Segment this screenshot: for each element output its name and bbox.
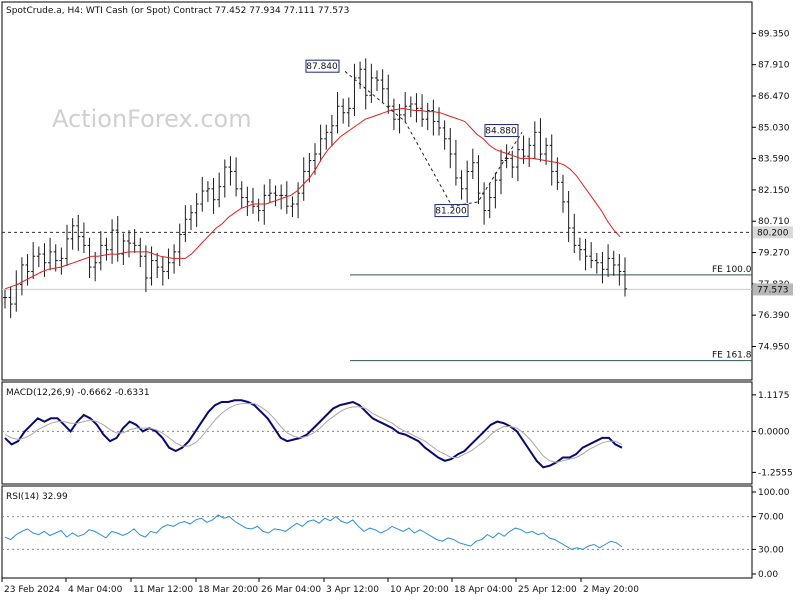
price-y-tick-label: 86.470 xyxy=(758,92,790,102)
x-tick-label: 4 Mar 04:00 xyxy=(68,585,123,595)
chart-svg: ActionForex.com SpotCrude.a, H4: WTI Cas… xyxy=(0,0,800,600)
watermark: ActionForex.com xyxy=(52,105,252,133)
x-tick-label: 10 Apr 20:00 xyxy=(390,585,449,595)
rsi-y-tick-label: 100.00 xyxy=(758,488,790,498)
x-tick-label: 25 Apr 12:00 xyxy=(518,585,577,595)
x-tick-label: 23 Feb 2024 xyxy=(4,585,60,595)
price-y-tick-label: 74.950 xyxy=(758,342,790,352)
x-tick-label: 2 May 20:00 xyxy=(583,585,639,595)
price-y-tick-label: 82.150 xyxy=(758,186,790,196)
price-y-tick-label: 79.270 xyxy=(758,249,790,259)
resistance-label: 80.200 xyxy=(757,228,789,238)
price-y-tick-label: 83.590 xyxy=(758,155,790,165)
price-y-tick-label: 87.910 xyxy=(758,61,790,71)
x-tick-label: 18 Apr 04:00 xyxy=(454,585,513,595)
x-tick-label: 3 Apr 12:00 xyxy=(326,585,379,595)
price-y-tick-label: 89.350 xyxy=(758,29,790,39)
x-tick-label: 18 Mar 20:00 xyxy=(198,585,258,595)
current-price-label: 77.573 xyxy=(757,285,789,295)
rsi-y-tick-label: 0.00 xyxy=(758,570,778,580)
price-annotation-label: 87.840 xyxy=(306,62,338,72)
price-y-tick-label: 76.390 xyxy=(758,311,790,321)
fe-label: FE 161.8 xyxy=(712,351,752,361)
macd-label: MACD(12,26,9) -0.6662 -0.6331 xyxy=(6,388,150,398)
fe-label: FE 100.0 xyxy=(712,265,752,275)
macd-y-tick-label: -1.2555 xyxy=(758,468,793,478)
x-tick-label: 26 Mar 04:00 xyxy=(261,585,321,595)
price-annotation-label: 81.200 xyxy=(435,207,467,217)
chart-root: ActionForex.com SpotCrude.a, H4: WTI Cas… xyxy=(0,0,800,600)
rsi-y-tick-label: 70.00 xyxy=(758,513,784,523)
macd-y-tick-label: 1.1175 xyxy=(758,391,790,401)
price-y-tick-label: 80.710 xyxy=(758,217,790,227)
price-annotation-label: 84.880 xyxy=(485,127,517,137)
price-y-tick-label: 85.030 xyxy=(758,123,790,133)
macd-y-tick-label: 0.0000 xyxy=(758,427,790,437)
rsi-label: RSI(14) 32.99 xyxy=(6,492,68,502)
x-tick-label: 11 Mar 12:00 xyxy=(133,585,193,595)
rsi-y-tick-label: 30.00 xyxy=(758,545,784,555)
chart-header: SpotCrude.a, H4: WTI Cash (or Spot) Cont… xyxy=(6,6,349,16)
